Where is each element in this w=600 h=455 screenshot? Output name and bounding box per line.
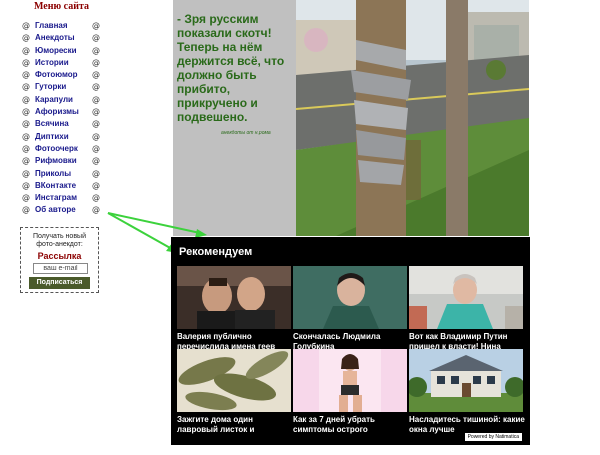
tile-image [177,349,291,412]
tile-image [409,266,523,329]
bullet-icon: @ [92,45,100,55]
tile-caption: Зажгите дома один лавровый листок и [177,415,255,434]
bullet-icon: @ [22,57,30,67]
bullet-icon: @ [92,82,100,92]
menu-link[interactable]: Карапули [35,94,73,106]
bullet-icon: @ [92,21,100,30]
menu-item[interactable]: @ Афоризмы @ [22,106,102,118]
bullet-icon: @ [92,57,100,67]
joke-text: - Зря русским показали скотч! Теперь на … [177,12,285,124]
bullet-icon: @ [22,33,30,43]
tile-image [177,266,291,329]
menu-link[interactable]: Юморески [35,45,77,57]
bullet-icon: @ [22,107,30,117]
subscribe-button[interactable]: Подписаться [29,277,90,289]
menu-link[interactable]: Фотоюмор [35,69,78,81]
menu-link[interactable]: Приколы [35,168,71,180]
email-field[interactable] [33,263,88,274]
subscribe-box: Получать новый фото-анекдот: Рассылка По… [20,227,99,293]
menu-link[interactable]: Инстаграм [35,192,77,204]
bullet-icon: @ [92,156,100,166]
bullet-icon: @ [22,168,30,178]
menu-item[interactable]: @ Инстаграм @ [22,192,102,204]
menu-item[interactable]: @ Юморески @ [22,45,102,57]
bullet-icon: @ [22,70,30,80]
bullet-icon: @ [22,45,30,55]
menu-list: @ Главная @ @ Анекдоты @ @ Юморески @ @ Истории @ @ Ф… [22,20,102,217]
menu-link[interactable]: Гуторки [35,81,66,93]
bullet-icon: @ [92,33,100,43]
menu-link[interactable]: ВКонтакте [35,180,76,192]
bullet-icon: @ [22,143,30,153]
menu-link[interactable]: Истории [35,57,69,69]
bullet-icon: @ [92,70,100,80]
bullet-icon: @ [92,168,100,178]
tile-caption: Насладитесь тишиной: какие окна лучше [409,415,525,434]
menu-item[interactable]: @ Фотоюмор @ [22,69,102,81]
bullet-icon: @ [92,205,100,215]
menu-link[interactable]: Диптихи [35,131,69,143]
bullet-icon: @ [22,131,30,141]
powered-by-badge[interactable]: Powered by Natimatica [464,433,522,441]
recommend-title: Рекомендуем [179,246,253,258]
menu-link[interactable]: Главная [35,20,68,32]
tile-image [293,266,407,329]
subscribe-text: Получать новый фото-анекдот: [21,233,98,249]
menu-item[interactable]: @ Истории @ [22,57,102,69]
menu-item[interactable]: @ Об авторе @ [22,204,102,216]
menu-link[interactable]: Всячина [35,118,69,130]
menu-item[interactable]: @ Карапули @ [22,94,102,106]
bullet-icon: @ [92,131,100,141]
bullet-icon: @ [22,82,30,92]
bullet-icon: @ [92,107,100,117]
recommend-panel: Рекомендуем Валерия публично перечислила… [171,237,530,445]
bullet-icon: @ [22,156,30,166]
bullet-icon: @ [92,94,100,104]
menu-link[interactable]: Об авторе [35,204,76,216]
tile-image [293,349,407,412]
menu-item[interactable]: @ Приколы @ [22,168,102,180]
menu-title: Меню сайта [34,1,90,12]
tile-caption: Как за 7 дней убрать симптомы острого [293,415,375,434]
bullet-icon: @ [22,205,30,215]
menu-item[interactable]: @ ВКонтакте @ [22,180,102,192]
menu-link[interactable]: Фотоочерк [35,143,78,155]
bullet-icon: @ [22,119,30,129]
bullet-icon: @ [22,193,30,203]
bullet-icon: @ [92,143,100,153]
bullet-icon: @ [22,180,30,190]
menu-item[interactable]: @ Всячина @ [22,118,102,130]
joke-credit: анекдоты от н.рома [221,130,271,136]
tape-pole-photo [296,0,529,236]
menu-item[interactable]: @ Фотоочерк @ [22,143,102,155]
bullet-icon: @ [22,21,30,30]
menu-link[interactable]: Анекдоты [35,32,75,44]
bullet-icon: @ [92,180,100,190]
subscribe-title: Рассылка [37,251,82,261]
menu-item[interactable]: @ Гуторки @ [22,81,102,93]
menu-link[interactable]: Афоризмы [35,106,79,118]
subscribe-text-line1: Получать новый [33,233,86,240]
tile-image [409,349,523,412]
subscribe-text-line2: фото-анекдот: [36,241,83,248]
menu-item[interactable]: @ Главная @ [22,20,102,32]
joke-card: - Зря русским показали скотч! Теперь на … [173,0,529,236]
menu-item[interactable]: @ Диптихи @ [22,131,102,143]
menu-item[interactable]: @ Рифмовки @ [22,155,102,167]
bullet-icon: @ [92,193,100,203]
menu-link[interactable]: Рифмовки [35,155,77,167]
bullet-icon: @ [22,94,30,104]
bullet-icon: @ [92,119,100,129]
menu-item[interactable]: @ Анекдоты @ [22,32,102,44]
